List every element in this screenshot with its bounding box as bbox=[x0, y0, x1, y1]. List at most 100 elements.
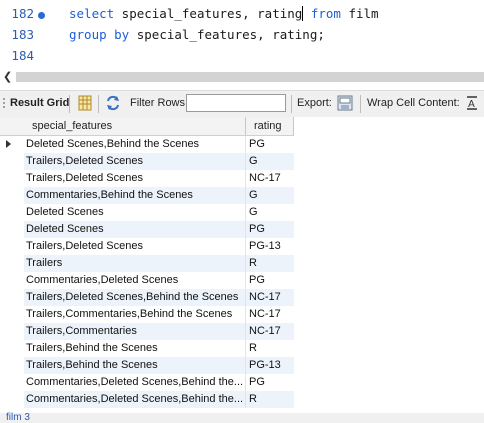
result-tab-film[interactable]: film 3 bbox=[6, 412, 30, 423]
sql-editor[interactable]: 182 select special_features, rating from… bbox=[0, 0, 484, 66]
row-selector[interactable] bbox=[0, 340, 24, 357]
table-row[interactable]: Trailers,Commentaries NC-17 bbox=[0, 323, 294, 340]
cell-special-features[interactable]: Commentaries,Deleted Scenes,Behind the..… bbox=[26, 393, 244, 408]
wrap-cell-content-label: Wrap Cell Content: bbox=[367, 97, 460, 109]
cell-special-features[interactable]: Trailers,Deleted Scenes bbox=[26, 172, 244, 187]
cell-special-features[interactable]: Deleted Scenes bbox=[26, 206, 244, 221]
row-selector[interactable] bbox=[0, 153, 24, 170]
row-selector[interactable] bbox=[0, 289, 24, 306]
column-header-special-features[interactable]: special_features bbox=[32, 120, 112, 132]
table-row[interactable]: Trailers,Deleted Scenes G bbox=[0, 153, 294, 170]
row-selector[interactable] bbox=[0, 204, 24, 221]
cell-special-features[interactable]: Commentaries,Deleted Scenes,Behind the..… bbox=[26, 376, 244, 391]
cell-divider bbox=[245, 136, 246, 153]
table-row[interactable]: Commentaries,Deleted Scenes,Behind the..… bbox=[0, 374, 294, 391]
row-selector[interactable] bbox=[0, 357, 24, 374]
table-row[interactable]: Commentaries,Behind the Scenes G bbox=[0, 187, 294, 204]
cell-rating[interactable]: R bbox=[249, 393, 293, 408]
cell-rating[interactable]: PG bbox=[249, 376, 293, 391]
cell-special-features[interactable]: Trailers,Deleted Scenes,Behind the Scene… bbox=[26, 291, 244, 306]
row-selector[interactable] bbox=[0, 323, 24, 340]
cell-rating[interactable]: PG bbox=[249, 274, 293, 289]
code-line-184[interactable]: 184 bbox=[0, 48, 484, 68]
row-selector[interactable] bbox=[0, 391, 24, 408]
keyword-from: from bbox=[310, 6, 341, 21]
code-mid: special_features, rating bbox=[114, 6, 303, 21]
table-row[interactable]: Deleted Scenes PG bbox=[0, 221, 294, 238]
cell-special-features[interactable]: Trailers,Deleted Scenes bbox=[26, 240, 244, 255]
table-row[interactable]: Commentaries,Deleted Scenes,Behind the..… bbox=[0, 391, 294, 408]
cell-special-features[interactable]: Deleted Scenes bbox=[26, 223, 244, 238]
table-row[interactable]: Deleted Scenes G bbox=[0, 204, 294, 221]
table-row[interactable]: Trailers R bbox=[0, 255, 294, 272]
code-mid: special_features, rating; bbox=[129, 27, 325, 42]
cell-special-features[interactable]: Trailers,Deleted Scenes bbox=[26, 155, 244, 170]
cell-divider bbox=[245, 272, 246, 289]
cell-divider bbox=[245, 221, 246, 238]
result-toolbar: Result Grid Filter Rows: Export: Wrap Ce… bbox=[0, 90, 484, 118]
row-selector[interactable] bbox=[0, 255, 24, 272]
table-row[interactable]: Deleted Scenes,Behind the Scenes PG bbox=[0, 136, 294, 153]
export-icon[interactable] bbox=[337, 95, 353, 111]
result-grid-tab[interactable]: Result Grid bbox=[10, 97, 69, 109]
grid-header: special_features rating bbox=[0, 117, 294, 136]
cell-rating[interactable]: PG bbox=[249, 138, 293, 153]
column-header-rating[interactable]: rating bbox=[254, 120, 282, 132]
cell-special-features[interactable]: Commentaries,Deleted Scenes bbox=[26, 274, 244, 289]
cell-rating[interactable]: G bbox=[249, 155, 293, 170]
cell-special-features[interactable]: Trailers,Behind the Scenes bbox=[26, 359, 244, 374]
cell-divider bbox=[245, 374, 246, 391]
cell-special-features[interactable]: Trailers,Commentaries bbox=[26, 325, 244, 340]
cell-special-features[interactable]: Trailers,Commentaries,Behind the Scenes bbox=[26, 308, 244, 323]
wrap-icon[interactable]: A bbox=[464, 95, 480, 111]
cell-rating[interactable]: R bbox=[249, 342, 293, 357]
cell-rating[interactable]: PG bbox=[249, 223, 293, 238]
row-selector[interactable] bbox=[0, 187, 24, 204]
toolbar-divider bbox=[98, 95, 99, 113]
svg-text:A: A bbox=[468, 99, 475, 110]
scrollbar-thumb[interactable] bbox=[16, 72, 484, 82]
cell-special-features[interactable]: Trailers bbox=[26, 257, 244, 272]
table-row[interactable]: Commentaries,Deleted Scenes PG bbox=[0, 272, 294, 289]
row-selector[interactable] bbox=[0, 306, 24, 323]
row-selector[interactable] bbox=[0, 170, 24, 187]
horizontal-scrollbar[interactable]: ❮ bbox=[0, 70, 484, 84]
table-row[interactable]: Trailers,Behind the Scenes R bbox=[0, 340, 294, 357]
cell-special-features[interactable]: Commentaries,Behind the Scenes bbox=[26, 189, 244, 204]
cell-rating[interactable]: PG-13 bbox=[249, 240, 293, 255]
row-selector[interactable] bbox=[0, 238, 24, 255]
cell-divider bbox=[245, 204, 246, 221]
cell-rating[interactable]: G bbox=[249, 189, 293, 204]
refresh-icon[interactable] bbox=[105, 95, 121, 111]
table-row[interactable]: Trailers,Deleted Scenes PG-13 bbox=[0, 238, 294, 255]
table-row[interactable]: Trailers,Behind the Scenes PG-13 bbox=[0, 357, 294, 374]
code-line-182[interactable]: 182 select special_features, rating from… bbox=[0, 6, 484, 26]
toolbar-divider bbox=[291, 95, 292, 113]
filter-rows-input[interactable] bbox=[186, 94, 286, 112]
cell-rating[interactable]: NC-17 bbox=[249, 308, 293, 323]
row-selector[interactable] bbox=[0, 221, 24, 238]
code-line-183[interactable]: 183 group by special_features, rating; bbox=[0, 27, 484, 47]
table-row[interactable]: Trailers,Commentaries,Behind the Scenes N… bbox=[0, 306, 294, 323]
cell-rating[interactable]: NC-17 bbox=[249, 172, 293, 187]
table-row[interactable]: Trailers,Deleted Scenes,Behind the Scene… bbox=[0, 289, 294, 306]
cell-rating[interactable]: NC-17 bbox=[249, 291, 293, 306]
cell-special-features[interactable]: Trailers,Behind the Scenes bbox=[26, 342, 244, 357]
code-text[interactable]: group by special_features, rating; bbox=[69, 27, 325, 42]
line-number: 182 bbox=[11, 6, 34, 21]
cell-rating[interactable]: G bbox=[249, 206, 293, 221]
row-selector[interactable] bbox=[0, 136, 24, 153]
cell-rating[interactable]: PG-13 bbox=[249, 359, 293, 374]
row-selector[interactable] bbox=[0, 374, 24, 391]
column-divider[interactable] bbox=[245, 117, 246, 135]
column-divider[interactable] bbox=[293, 117, 294, 135]
scroll-left-icon[interactable]: ❮ bbox=[3, 70, 12, 84]
cell-rating[interactable]: R bbox=[249, 257, 293, 272]
cell-special-features[interactable]: Deleted Scenes,Behind the Scenes bbox=[26, 138, 244, 153]
row-selector[interactable] bbox=[0, 272, 24, 289]
grid-icon[interactable] bbox=[77, 95, 93, 111]
cell-rating[interactable]: NC-17 bbox=[249, 325, 293, 340]
result-grid[interactable]: special_features rating Deleted Scenes,B… bbox=[0, 117, 484, 417]
table-row[interactable]: Trailers,Deleted Scenes NC-17 bbox=[0, 170, 294, 187]
code-text[interactable]: select special_features, rating from fil… bbox=[69, 6, 379, 21]
